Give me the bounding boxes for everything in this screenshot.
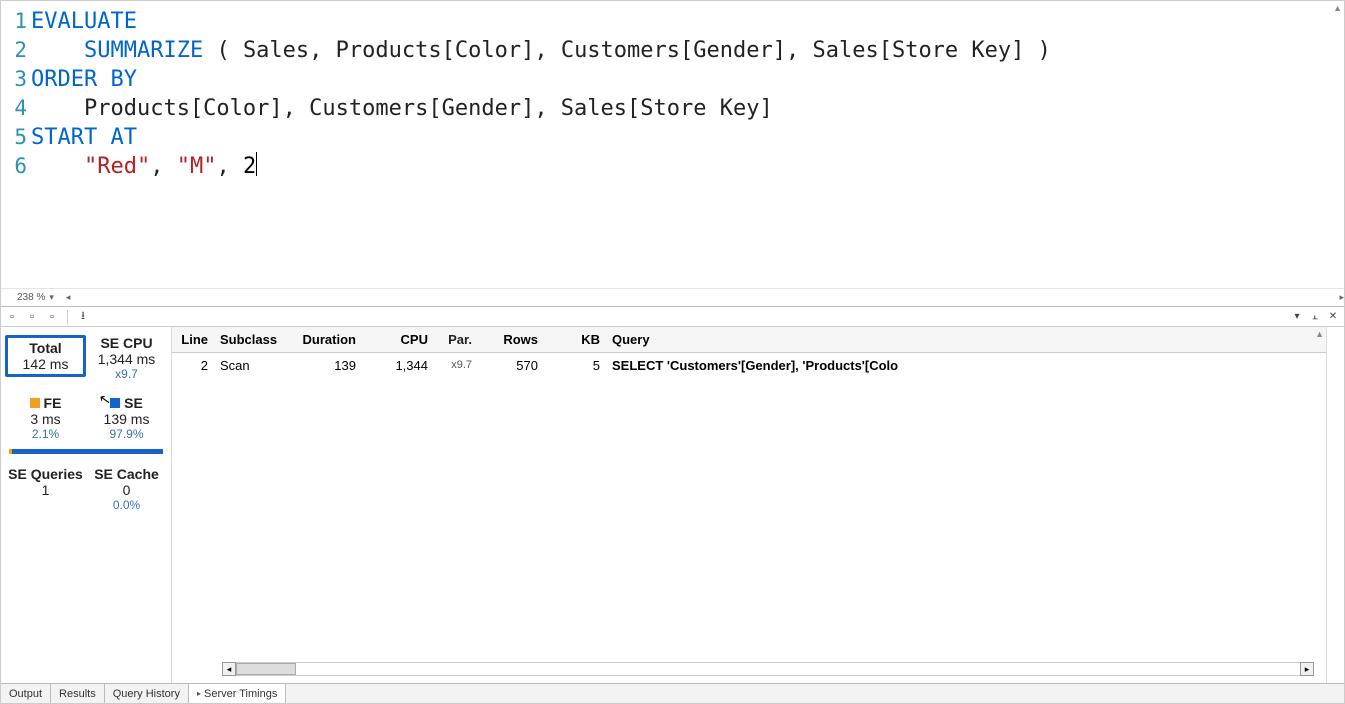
code-content[interactable]: "Red", "M", 2 (31, 152, 257, 181)
secache-percent: 0.0% (86, 498, 167, 512)
hscroll-right-button[interactable]: ▸ (1300, 662, 1314, 676)
cell-par: x9.7 (434, 359, 478, 371)
secache-value: 0 (86, 482, 167, 498)
hscroll-left-button[interactable]: ◂ (222, 662, 236, 676)
secpu-parallelism: x9.7 (86, 367, 167, 381)
total-time-highlight: Total 142 ms (5, 335, 86, 377)
cell-rows: 570 (478, 358, 544, 373)
tab-server-timings[interactable]: ▸Server Timings (189, 684, 286, 703)
se-label: SE (86, 395, 167, 411)
col-header-rows[interactable]: Rows (478, 332, 544, 347)
table-row[interactable]: 2Scan1391,344x9.75705SELECT 'Customers'[… (172, 353, 1326, 377)
col-header-kb[interactable]: KB (544, 332, 606, 347)
toolbar-button-2[interactable]: ▫ (25, 310, 39, 324)
total-label: Total (10, 340, 81, 356)
line-number: 6 (1, 152, 31, 181)
results-scroll-up-icon[interactable]: ▲ (1315, 329, 1324, 339)
cell-subclass: Scan (214, 358, 292, 373)
editor-hscroll-left-icon[interactable]: ◂ (66, 292, 71, 303)
active-tab-icon: ▸ (197, 689, 201, 698)
col-header-subclass[interactable]: Subclass (214, 332, 292, 347)
col-header-query[interactable]: Query (606, 332, 1326, 347)
tab-query-history[interactable]: Query History (105, 684, 189, 703)
se-percent: 97.9% (86, 427, 167, 441)
sequeries-label: SE Queries (5, 466, 86, 482)
code-content[interactable]: START AT (31, 123, 137, 152)
pane-pin-icon[interactable]: ⫠ (1308, 310, 1322, 324)
col-header-line[interactable]: Line (172, 332, 214, 347)
zoom-dropdown-icon[interactable]: ▾ (49, 292, 54, 303)
hscroll-thumb[interactable] (236, 663, 296, 675)
fe-se-ratio-bar (9, 449, 163, 454)
editor-hscroll-right-icon[interactable]: ▸ (1339, 292, 1344, 303)
secpu-value: 1,344 ms (86, 351, 167, 367)
timings-summary-panel: Total 142 ms SE CPU 1,344 ms x9.7 ↖ FE 3… (1, 327, 171, 683)
secache-label: SE Cache (86, 466, 167, 482)
line-number: 4 (1, 94, 31, 123)
line-number: 5 (1, 123, 31, 152)
se-bar-segment (12, 449, 163, 454)
code-content[interactable]: SUMMARIZE ( Sales, Products[Color], Cust… (31, 36, 1051, 65)
code-content[interactable]: Products[Color], Customers[Gender], Sale… (31, 94, 773, 123)
toolbar-button-1[interactable]: ▫ (5, 310, 19, 324)
text-cursor (256, 152, 257, 176)
download-icon[interactable]: ⭳ (76, 310, 90, 324)
code-line[interactable]: 3ORDER BY (1, 65, 1344, 94)
editor-status-bar: 238 % ▾ ◂ ▸ (1, 288, 1344, 306)
results-hscrollbar[interactable]: ◂ ▸ (222, 661, 1314, 677)
pane-close-icon[interactable]: ✕ (1326, 310, 1340, 324)
col-header-cpu[interactable]: CPU (362, 332, 434, 347)
code-line[interactable]: 6 "Red", "M", 2 (1, 152, 1344, 181)
fe-percent: 2.1% (5, 427, 86, 441)
code-line[interactable]: 2 SUMMARIZE ( Sales, Products[Color], Cu… (1, 36, 1344, 65)
code-content[interactable]: EVALUATE (31, 7, 137, 36)
line-number: 2 (1, 36, 31, 65)
cell-cpu: 1,344 (362, 358, 434, 373)
col-header-par[interactable]: Par. (434, 332, 478, 347)
cell-kb: 5 (544, 358, 606, 373)
results-toolbar: ▫ ▫ ▫ ⭳ ▾ ⫠ ✕ (1, 307, 1344, 327)
code-line[interactable]: 1EVALUATE (1, 7, 1344, 36)
cell-line: 2 (172, 358, 214, 373)
secpu-label: SE CPU (86, 335, 167, 351)
fe-value: 3 ms (5, 411, 86, 427)
editor-scroll-up-icon[interactable]: ▲ (1333, 3, 1342, 13)
line-number: 3 (1, 65, 31, 94)
code-line[interactable]: 4 Products[Color], Customers[Gender], Sa… (1, 94, 1344, 123)
se-value: 139 ms (86, 411, 167, 427)
table-header-row: Line Subclass Duration CPU Par. Rows KB … (172, 327, 1326, 353)
tab-output[interactable]: Output (1, 684, 51, 703)
code-editor-pane: ▲ 1EVALUATE2 SUMMARIZE ( Sales, Products… (1, 1, 1344, 307)
tab-results[interactable]: Results (51, 684, 105, 703)
code-line[interactable]: 5START AT (1, 123, 1344, 152)
line-number: 1 (1, 7, 31, 36)
code-content[interactable]: ORDER BY (31, 65, 137, 94)
fe-swatch-icon (30, 398, 40, 408)
pane-menu-icon[interactable]: ▾ (1290, 310, 1304, 324)
col-header-duration[interactable]: Duration (292, 332, 362, 347)
cell-duration: 139 (292, 358, 362, 373)
se-swatch-icon (110, 398, 120, 408)
cell-query: SELECT 'Customers'[Gender], 'Products'[C… (606, 358, 1326, 373)
bottom-tab-bar: Output Results Query History ▸Server Tim… (1, 683, 1344, 703)
sequeries-value: 1 (5, 482, 86, 498)
editor-zoom-level[interactable]: 238 % (17, 292, 45, 303)
toolbar-button-3[interactable]: ▫ (45, 310, 59, 324)
server-timings-table: ▲ Line Subclass Duration CPU Par. Rows K… (171, 327, 1326, 683)
total-value: 142 ms (10, 356, 81, 372)
detail-pane-placeholder (1326, 327, 1344, 683)
code-editor[interactable]: 1EVALUATE2 SUMMARIZE ( Sales, Products[C… (1, 1, 1344, 181)
hscroll-track[interactable] (236, 662, 1300, 676)
fe-label: FE (5, 395, 86, 411)
